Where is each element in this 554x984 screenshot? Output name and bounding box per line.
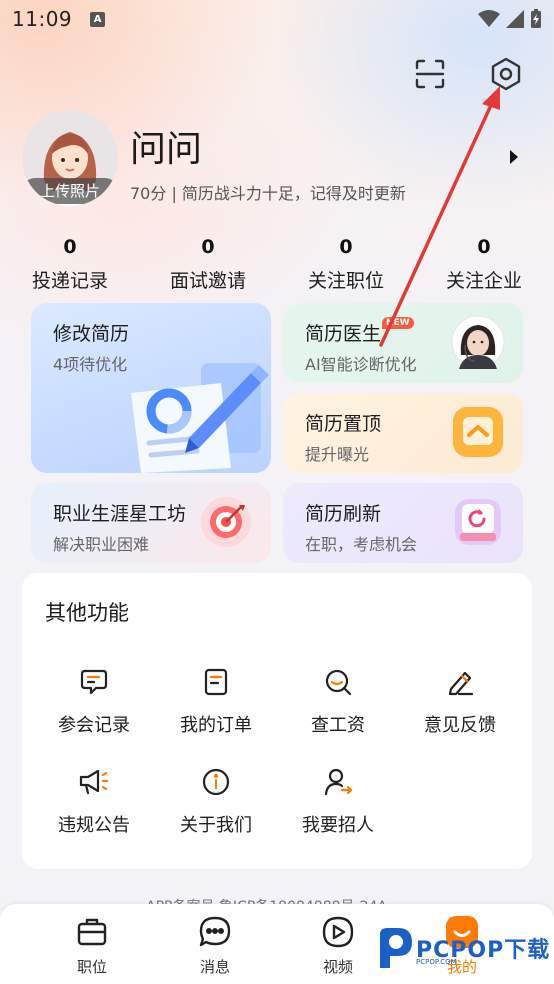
megaphone-icon (77, 765, 111, 799)
ai-doctor-avatar-icon (451, 315, 505, 369)
wifi-icon (478, 10, 500, 27)
message-icon (195, 912, 235, 952)
edit-resume-card[interactable]: 修改简历 4项待优化 (31, 303, 271, 473)
func-label: 参会记录 (58, 715, 130, 736)
stat-delivery-records[interactable]: 0 投递记录 (0, 236, 140, 293)
tab-label: 视频 (322, 958, 353, 976)
section-title: 其他功能 (45, 601, 129, 625)
watermark-sub: PCPOP.COM (416, 958, 457, 966)
card-title: 职业生涯星工坊 (53, 503, 187, 525)
func-label: 查工资 (311, 715, 365, 736)
func-label: 我要招人 (302, 815, 374, 836)
refresh-icon (455, 499, 501, 545)
func-my-orders[interactable]: 我的订单 (156, 665, 276, 737)
resume-pin-top-card[interactable]: 简历置顶 提升曝光 (283, 393, 523, 473)
stats-row: 0 投递记录 0 面试邀请 0 关注职位 0 关注企业 (0, 236, 554, 296)
notification-a-icon: A (90, 11, 106, 27)
stat-interview-invites[interactable]: 0 面试邀请 (138, 236, 278, 293)
resume-edit-illustration-icon (131, 363, 269, 473)
stat-label: 关注职位 (307, 270, 384, 292)
func-violation-notice[interactable]: 违规公告 (34, 765, 154, 837)
career-workshop-card[interactable]: 职业生涯星工坊 解决职业困难 (31, 483, 271, 563)
profile-name: 问问 (130, 129, 203, 170)
func-check-salary[interactable]: 查工资 (278, 665, 398, 737)
tab-label: 职位 (76, 958, 107, 976)
card-subtitle: 解决职业困难 (53, 535, 150, 554)
func-feedback[interactable]: 意见反馈 (400, 665, 520, 737)
stat-label: 关注企业 (445, 270, 522, 292)
card-subtitle: 在职，考虑机会 (305, 535, 418, 554)
tab-jobs[interactable]: 职位 (52, 912, 132, 977)
stat-value: 0 (477, 236, 491, 258)
tab-video[interactable]: 视频 (298, 912, 378, 977)
status-time: 11:09 (12, 7, 73, 31)
avatar[interactable]: 上传照片 (22, 110, 118, 206)
settings-button[interactable] (488, 56, 524, 92)
profile-summary: 70分 | 简历战斗力十足，记得及时更新 (130, 184, 406, 203)
pcpop-watermark: PCPOP下载 PCPOP.COM (376, 922, 552, 974)
search-salary-icon (321, 665, 355, 699)
resume-refresh-card[interactable]: 简历刷新 在职，考虑机会 (283, 483, 523, 563)
profile-header[interactable]: 上传照片 问问 70分 | 简历战斗力十足，记得及时更新 (22, 110, 532, 210)
new-badge: NEW (382, 317, 414, 329)
stat-label: 投递记录 (31, 270, 108, 292)
card-title: 简历医生 (305, 323, 382, 345)
recruit-icon (321, 765, 355, 799)
pen-icon (443, 665, 477, 699)
stat-label: 面试邀请 (169, 270, 246, 292)
scan-button[interactable] (412, 56, 448, 92)
order-icon (199, 665, 233, 699)
upload-photo-label[interactable]: 上传照片 (22, 178, 118, 204)
func-label: 我的订单 (180, 715, 252, 736)
func-label: 关于我们 (180, 815, 252, 836)
status-bar: 11:09 A (0, 0, 554, 38)
tab-messages[interactable]: 消息 (175, 912, 255, 977)
top-actions (412, 56, 524, 92)
video-icon (318, 912, 358, 952)
card-subtitle: 提升曝光 (305, 445, 370, 464)
signal-icon (506, 10, 524, 28)
card-title: 简历置顶 (305, 413, 382, 435)
func-meeting-records[interactable]: 参会记录 (34, 665, 154, 737)
briefcase-icon (72, 912, 112, 952)
info-icon (199, 765, 233, 799)
stat-value: 0 (339, 236, 353, 258)
scan-icon (415, 59, 445, 89)
card-title: 修改简历 (53, 323, 130, 345)
settings-icon (491, 57, 521, 91)
pin-top-icon (453, 407, 503, 457)
card-subtitle: AI智能诊断优化 (305, 355, 417, 374)
stat-followed-jobs[interactable]: 0 关注职位 (276, 236, 416, 293)
stat-value: 0 (201, 236, 215, 258)
card-title: 简历刷新 (305, 503, 382, 525)
stat-value: 0 (63, 236, 77, 258)
target-icon (201, 497, 251, 547)
func-recruit[interactable]: 我要招人 (278, 765, 398, 837)
battery-icon (531, 9, 541, 28)
resume-doctor-card[interactable]: 简历医生 NEW AI智能诊断优化 (283, 303, 523, 383)
chevron-right-icon[interactable] (510, 150, 518, 164)
func-label: 意见反馈 (424, 715, 496, 736)
tab-label: 消息 (199, 958, 230, 976)
other-functions-panel: 其他功能 参会记录 我的订单 查工资 意见反馈 违规公告 关于我们 我要招人 (22, 573, 532, 869)
func-label: 违规公告 (58, 815, 130, 836)
chat-list-icon (77, 665, 111, 699)
pcpop-logo-icon (380, 928, 412, 968)
func-about-us[interactable]: 关于我们 (156, 765, 276, 837)
stat-followed-companies[interactable]: 0 关注企业 (414, 236, 554, 293)
